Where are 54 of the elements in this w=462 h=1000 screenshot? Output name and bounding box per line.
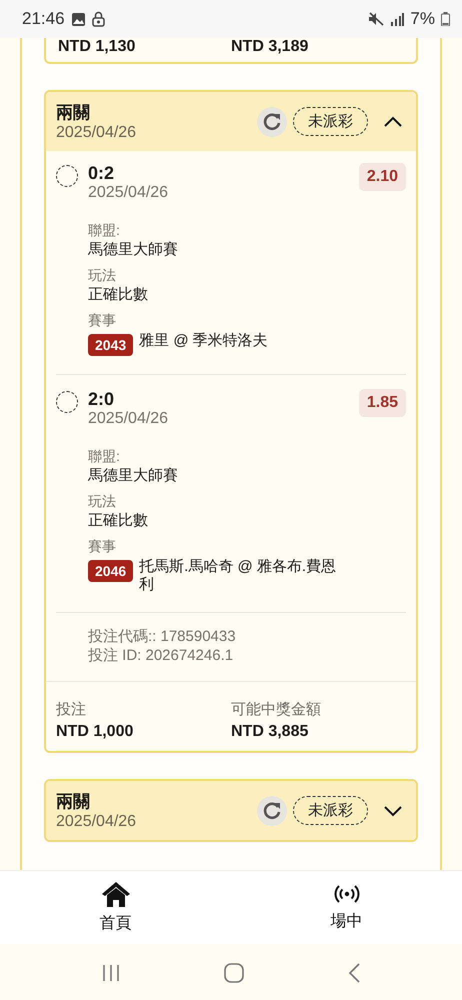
score-selection: 0:2 <box>88 163 116 184</box>
nav-tab[interactable]: 首頁 <box>80 881 152 934</box>
bet-date: 2025/04/26 <box>56 124 138 142</box>
bet-code: 投注代碼:: 178590433 <box>88 627 237 646</box>
refresh-icon[interactable] <box>257 796 287 826</box>
league-name: 馬德里大師賽 <box>88 240 179 259</box>
mute-icon <box>368 12 384 26</box>
stake-amount: NTD 1,000 <box>56 723 134 741</box>
market-name: 正確比數 <box>88 285 149 304</box>
field-label: 玩法 <box>88 493 117 511</box>
field-label: 賽事 <box>88 312 117 330</box>
odds-badge: 1.85 <box>358 389 406 417</box>
event-name: 雅里 @ 季米特洛夫 <box>139 332 268 350</box>
bet-type: 兩關 <box>56 102 91 124</box>
nav-tab[interactable]: 場中 <box>310 883 382 932</box>
match-date: 2025/04/26 <box>88 184 170 202</box>
score-selection: 2:0 <box>88 389 116 410</box>
recent-apps-icon[interactable] <box>101 964 122 982</box>
field-label: 聯盟: <box>88 222 121 240</box>
bet-card-header[interactable]: 兩關 2025/04/26 未派彩 <box>46 92 416 151</box>
field-label: 賽事 <box>88 538 117 556</box>
clock: 21:46 <box>22 9 65 29</box>
odds-badge: 2.10 <box>358 163 406 191</box>
event-number-badge: 2046 <box>88 560 134 582</box>
field-label: 玩法 <box>88 267 117 285</box>
league-name: 馬德里大師賽 <box>88 466 179 485</box>
image-icon <box>70 12 86 26</box>
event-name: 托馬斯.馬哈奇 @ 雅各布.費恩利 <box>139 558 338 594</box>
home-icon <box>100 881 130 907</box>
payout-amount: NTD 3,189 <box>231 38 310 56</box>
broadcast-icon <box>334 883 360 905</box>
back-icon[interactable] <box>346 962 361 982</box>
refresh-icon[interactable] <box>257 106 287 136</box>
battery-icon <box>441 12 450 26</box>
lock-icon <box>92 11 105 27</box>
home-button-icon[interactable] <box>224 962 244 982</box>
event-number-badge: 2043 <box>88 334 134 356</box>
field-label: 聯盟: <box>88 448 121 466</box>
bet-type: 兩關 <box>56 791 91 813</box>
market-name: 正確比數 <box>88 511 149 530</box>
stake-label: 投注 <box>56 700 87 719</box>
radio-button[interactable] <box>56 165 78 187</box>
bet-card-header[interactable]: 兩關 2025/04/26 未派彩 <box>46 781 416 840</box>
radio-button[interactable] <box>56 391 78 413</box>
payout-label: 可能中獎金額 <box>231 700 322 719</box>
match-date: 2025/04/26 <box>88 410 170 428</box>
bet-date: 2025/04/26 <box>56 813 138 831</box>
signal-icon <box>390 12 404 26</box>
bet-id: 投注 ID: 202674246.1 <box>88 646 234 665</box>
stake-amount: NTD 1,130 <box>58 38 136 56</box>
status-badge: 未派彩 <box>293 107 368 136</box>
payout-amount: NTD 3,885 <box>231 723 310 741</box>
battery-level: 7% <box>410 9 435 29</box>
status-badge: 未派彩 <box>293 796 368 825</box>
